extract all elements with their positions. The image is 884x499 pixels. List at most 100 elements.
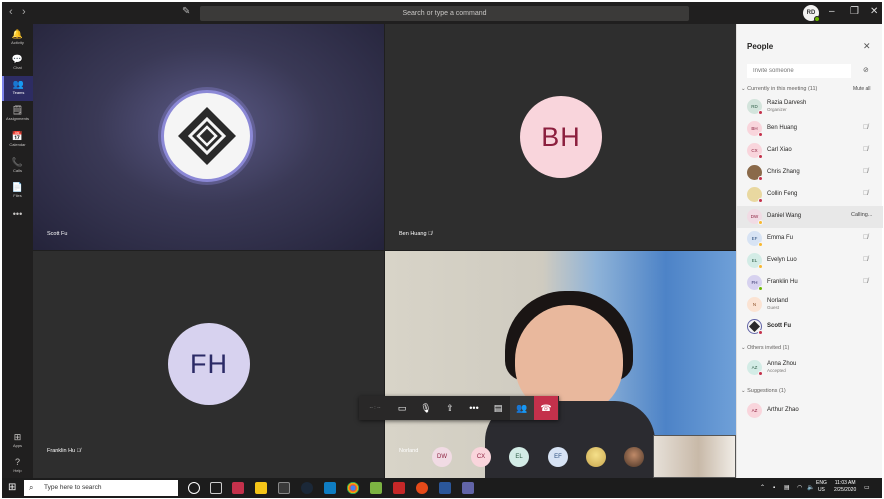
share-screen-icon[interactable]: ⇪ [438, 396, 462, 420]
mini-avatar-dw[interactable]: DW [432, 447, 452, 467]
mic-muted-icon[interactable]: 🎙̸ [863, 278, 868, 285]
windows-taskbar: ⊞ ⌕ Type here to search ⌃ ▪ ▤ ◠ 🔈 ENG US … [2, 478, 882, 498]
cortana-icon[interactable] [188, 482, 200, 494]
compose-icon[interactable]: ✎ [182, 6, 190, 17]
taskbar-search-placeholder: Type here to search [44, 484, 102, 491]
show-participants-icon[interactable]: 👥 [510, 396, 534, 420]
rail-item-activity[interactable]: 🔔 Activity [2, 26, 33, 51]
mini-avatar-el[interactable]: EL [509, 447, 529, 467]
mic-muted-icon[interactable]: 🎙̸ [863, 124, 868, 131]
minimize-icon[interactable]: – [829, 6, 835, 18]
participant-role: Organizer [767, 107, 787, 112]
back-icon[interactable]: ‹ [9, 6, 13, 18]
hang-up-button[interactable]: ☎ [534, 396, 558, 420]
mic-muted-icon[interactable]: 🎙̸ [863, 234, 868, 241]
mic-muted-icon[interactable]: 🎙̸ [863, 146, 868, 153]
app-icon-blue[interactable] [324, 482, 336, 494]
mini-avatar-photo[interactable] [624, 447, 644, 467]
participant-row[interactable]: AZ Arthur Zhao [737, 400, 883, 422]
show-conversation-icon[interactable]: ▤ [486, 396, 510, 420]
mic-muted-icon[interactable]: 🎙̸ [863, 256, 868, 263]
windows-start-icon[interactable]: ⊞ [8, 482, 16, 494]
wifi-icon[interactable]: ◠ [797, 482, 802, 494]
mute-all-button[interactable]: Mute all [853, 86, 871, 92]
video-tile-franklin-hu[interactable]: FH Franklin Hu 🎙̸ [33, 251, 384, 478]
more-actions-icon[interactable]: ••• [462, 396, 486, 420]
command-search-bar[interactable]: Search or type a command [200, 6, 689, 21]
participant-row-franklin-hu[interactable]: FH Franklin Hu 🎙̸ [737, 272, 883, 294]
participant-row-razia-darvesh[interactable]: RD Razia Darvesh Organizer [737, 96, 883, 118]
steam-icon[interactable] [301, 482, 313, 494]
mic-muted-icon[interactable]: 🎙̸ [863, 168, 868, 175]
rail-item-chat[interactable]: 💬 Chat [2, 51, 33, 76]
app-icon-green[interactable] [370, 482, 382, 494]
participant-name: Franklin Hu [767, 279, 798, 285]
section-others-invited[interactable]: ⌄ Others invited (1) [741, 345, 789, 351]
rail-item-calendar[interactable]: 📅 Calendar [2, 128, 33, 153]
file-explorer-icon[interactable] [255, 482, 267, 494]
volume-icon[interactable]: 🔈 [807, 482, 814, 494]
pdf-reader-icon[interactable] [393, 482, 405, 494]
participant-row-scott-fu[interactable]: Scott Fu [737, 316, 883, 338]
rail-item-apps[interactable]: ⊞ Apps [2, 429, 33, 454]
rail-item-calls[interactable]: 📞 Calls [2, 154, 33, 179]
self-view-video[interactable] [653, 435, 736, 478]
invite-someone-input[interactable] [747, 64, 851, 78]
tray-chevron-icon[interactable]: ⌃ [760, 482, 765, 494]
taskbar-search-box[interactable]: ⌕ Type here to search [24, 480, 178, 496]
participant-row-ben-huang[interactable]: BH Ben Huang 🎙̸ [737, 118, 883, 140]
app-icon-dark[interactable] [278, 482, 290, 494]
close-icon[interactable]: ✕ [863, 41, 871, 52]
rail-item-teams[interactable]: 👥 Teams [2, 76, 33, 101]
mini-avatar-ef[interactable]: EF [548, 447, 568, 467]
rail-item-assignments[interactable]: 🗒 Assignments [2, 102, 33, 127]
clock[interactable]: 11:03 AM 2/25/2020 [834, 480, 856, 494]
participant-row-evelyn-luo[interactable]: EL Evelyn Luo 🎙̸ [737, 250, 883, 272]
section-suggestions[interactable]: ⌄ Suggestions (1) [741, 388, 786, 394]
language-indicator[interactable]: ENG US [816, 480, 827, 494]
search-icon: ⌕ [29, 483, 34, 492]
maximize-icon[interactable]: ❐ [850, 6, 859, 18]
forward-icon[interactable]: › [22, 6, 26, 18]
participant-row-carl-xiao[interactable]: CX Carl Xiao 🎙̸ [737, 140, 883, 162]
notifications-icon[interactable]: ▭ [864, 482, 870, 494]
presence-dot [758, 286, 763, 291]
section-current-meeting[interactable]: ⌄ Currently in this meeting (11) [741, 86, 817, 92]
chrome-icon[interactable] [347, 482, 359, 494]
section-label: Currently in this meeting (11) [747, 86, 818, 92]
video-tile-scott-fu[interactable]: Scott Fu [33, 24, 384, 250]
participant-name: Anna Zhou [767, 361, 797, 367]
word-icon[interactable] [439, 482, 451, 494]
app-icon-red[interactable] [232, 482, 244, 494]
share-invite-icon[interactable]: ⊘ [863, 66, 869, 74]
participant-row[interactable]: AZ Anna Zhou Accepted [737, 357, 883, 379]
profile-avatar[interactable]: RD [803, 5, 820, 22]
camera-icon[interactable]: ▭ [390, 396, 414, 420]
network-icon[interactable]: ▤ [784, 482, 790, 494]
rail-label: Teams [12, 90, 25, 95]
tray-apps-icon[interactable]: ▪ [773, 482, 775, 494]
rail-item-help[interactable]: ? Help [2, 454, 33, 479]
participant-role: Guest [767, 305, 780, 310]
mini-avatar-cx[interactable]: CX [471, 447, 491, 467]
presence-dot [758, 176, 763, 181]
tile-name-text: Franklin Hu [47, 448, 76, 454]
teams-taskbar-icon[interactable] [462, 482, 474, 494]
task-view-icon[interactable] [210, 482, 222, 494]
participant-row-collin-feng[interactable]: Collin Feng 🎙̸ [737, 184, 883, 206]
participant-row-emma-fu[interactable]: EF Emma Fu 🎙̸ [737, 228, 883, 250]
teams-icon: 👥 [12, 79, 25, 89]
video-tile-ben-huang[interactable]: BH Ben Huang 🎙̸ [385, 24, 736, 250]
avatar-initials-large: BH [520, 96, 602, 178]
app-icon-orange[interactable] [416, 482, 428, 494]
rail-item-more[interactable]: ••• [2, 206, 33, 231]
mini-avatar-photo[interactable] [586, 447, 606, 467]
participant-row-chris-zhang[interactable]: Chris Zhang 🎙̸ [737, 162, 883, 184]
mic-muted-icon[interactable]: 🎙̸ [863, 190, 868, 197]
rail-item-files[interactable]: 📄 Files [2, 179, 33, 204]
participant-row-norland[interactable]: N Norland Guest [737, 294, 883, 316]
participant-name: Emma Fu [767, 235, 794, 241]
microphone-icon[interactable]: 🎙 [414, 396, 438, 420]
close-window-icon[interactable]: ✕ [870, 6, 878, 18]
participant-row-daniel-wang[interactable]: DW Daniel Wang Calling... [737, 206, 883, 228]
